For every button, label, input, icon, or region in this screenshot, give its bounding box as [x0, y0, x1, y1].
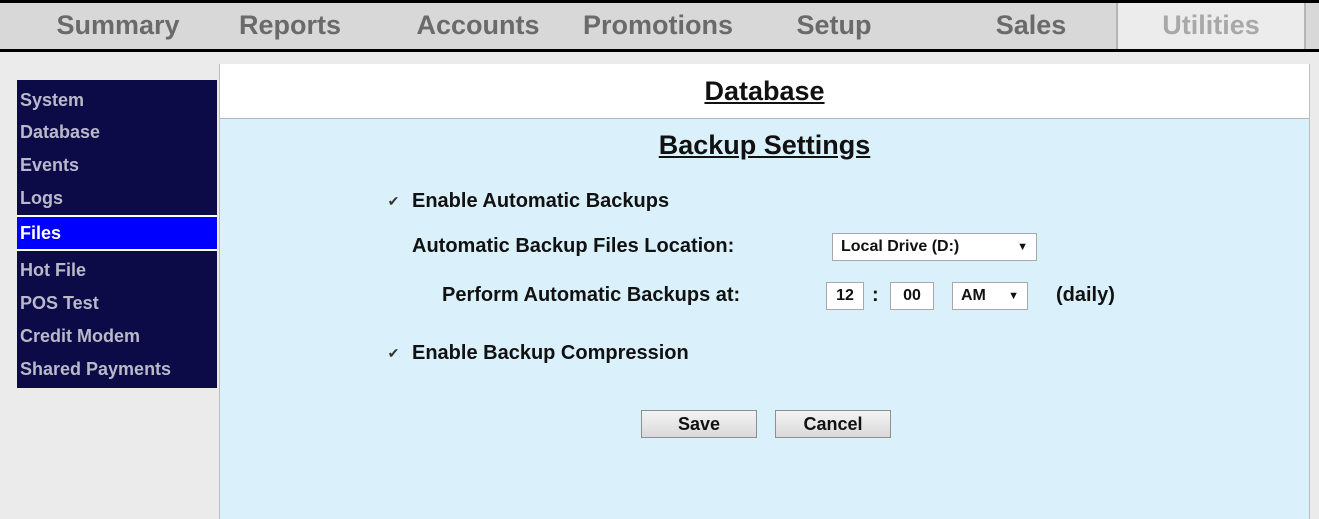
page-header: Database: [220, 64, 1309, 119]
sidebar-item-hot-file[interactable]: Hot File: [17, 255, 217, 285]
enable-auto-backups-label: Enable Automatic Backups: [412, 190, 670, 212]
backup-ampm-select[interactable]: AM ▼: [952, 282, 1028, 310]
section-title: Backup Settings: [658, 130, 871, 160]
sidebar-item-pos-test[interactable]: POS Test: [17, 288, 217, 318]
daily-suffix: (daily): [1056, 284, 1115, 306]
sidebar-item-credit-modem[interactable]: Credit Modem: [17, 321, 217, 351]
sidebar-item-files[interactable]: Files: [17, 215, 217, 251]
tab-reports[interactable]: Reports: [214, 3, 366, 49]
tab-setup[interactable]: Setup: [772, 3, 896, 49]
sidebar-item-shared-payments[interactable]: Shared Payments: [17, 354, 217, 384]
dropdown-arrow-icon: ▼: [1008, 290, 1019, 302]
screen: Summary Reports Accounts Promotions Setu…: [0, 0, 1319, 519]
enable-compression-checkbox[interactable]: ✔: [387, 346, 400, 360]
backup-time-label: Perform Automatic Backups at:: [442, 284, 741, 306]
backup-hour-input[interactable]: 12: [826, 282, 864, 310]
tab-summary[interactable]: Summary: [28, 3, 208, 49]
backup-location-label: Automatic Backup Files Location:: [412, 235, 735, 257]
sidebar-item-database[interactable]: Database: [17, 117, 217, 147]
enable-auto-backups-checkbox[interactable]: ✔: [387, 194, 400, 208]
save-button[interactable]: Save: [641, 410, 757, 438]
sidebar: System Database Events Logs Files Hot Fi…: [17, 80, 217, 388]
backup-location-select[interactable]: Local Drive (D:) ▼: [832, 233, 1037, 261]
backup-location-value: Local Drive (D:): [841, 238, 960, 255]
tab-sales[interactable]: Sales: [966, 3, 1096, 49]
cancel-button[interactable]: Cancel: [775, 410, 891, 438]
time-separator: :: [872, 284, 879, 306]
sidebar-item-logs[interactable]: Logs: [17, 183, 217, 213]
tab-accounts[interactable]: Accounts: [398, 3, 558, 49]
backup-ampm-value: AM: [961, 287, 986, 304]
enable-compression-label: Enable Backup Compression: [412, 342, 689, 364]
tab-utilities[interactable]: Utilities: [1116, 3, 1306, 49]
dropdown-arrow-icon: ▼: [1017, 241, 1028, 253]
page-title: Database: [704, 76, 825, 106]
sidebar-item-system[interactable]: System: [17, 85, 217, 115]
tab-promotions[interactable]: Promotions: [572, 3, 744, 49]
backup-minute-input[interactable]: 00: [890, 282, 934, 310]
top-nav-bar: Summary Reports Accounts Promotions Setu…: [0, 0, 1319, 52]
sidebar-item-events[interactable]: Events: [17, 150, 217, 180]
